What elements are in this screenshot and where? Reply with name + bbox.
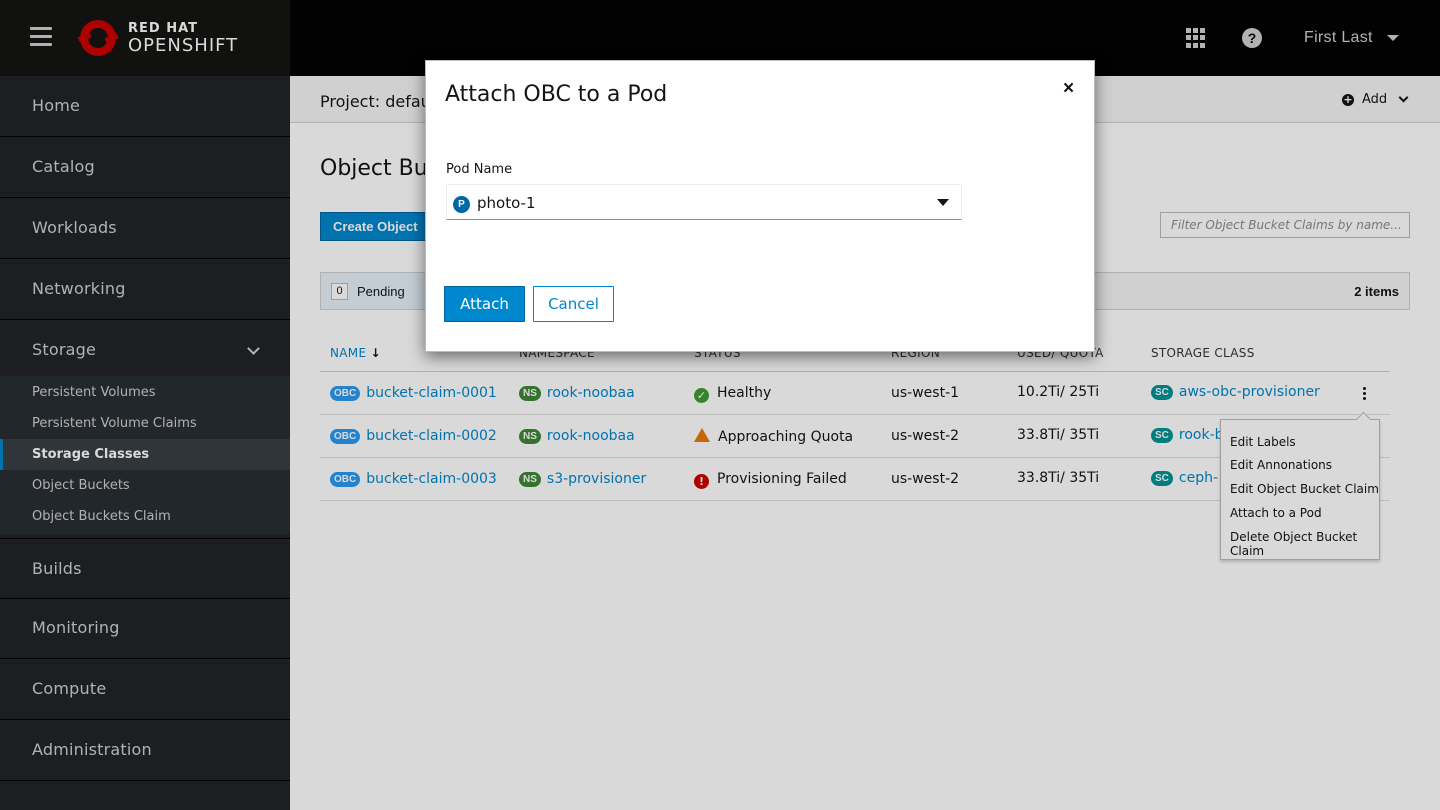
pod-badge: P bbox=[453, 196, 470, 213]
pod-name-select[interactable]: P photo-1 bbox=[446, 184, 962, 220]
attach-obc-modal: Attach OBC to a Pod × Pod Name P photo-1… bbox=[425, 60, 1095, 352]
pod-name-label: Pod Name bbox=[446, 162, 513, 177]
cancel-button[interactable]: Cancel bbox=[533, 286, 614, 322]
selected-pod: photo-1 bbox=[477, 194, 536, 212]
caret-down-icon bbox=[937, 199, 949, 206]
modal-title: Attach OBC to a Pod bbox=[445, 82, 668, 107]
close-icon[interactable]: × bbox=[1063, 78, 1074, 100]
attach-button[interactable]: Attach bbox=[444, 286, 525, 322]
